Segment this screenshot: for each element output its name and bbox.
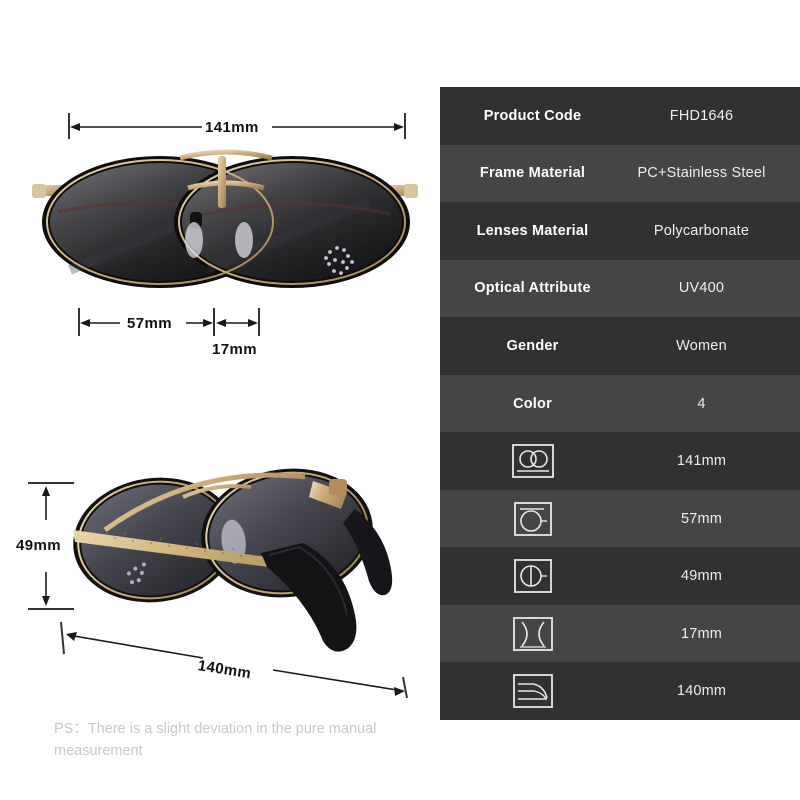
spec-value-frame-material: PC+Stainless Steel (637, 165, 766, 182)
bridge-width-arrow (216, 319, 258, 327)
table-row: Gender Women (440, 317, 800, 375)
lens-width-icon (440, 501, 625, 536)
spec-value-optical-attribute: UV400 (678, 280, 725, 297)
bridge-width-icon (440, 616, 625, 651)
table-row: Product Code FHD1646 (440, 87, 800, 145)
table-row: 17mm (440, 604, 800, 663)
temple-length-arrow (60, 621, 408, 699)
table-row: 49mm (440, 547, 800, 605)
spec-label-frame-material: Frame Material (479, 165, 586, 182)
product-spec-table: Product Code FHD1646 Frame Material PC+S… (440, 87, 800, 721)
spec-label-lenses-material: Lenses Material (476, 222, 589, 239)
table-row: Frame Material PC+Stainless Steel (440, 144, 800, 203)
spec-label-optical-attribute: Optical Attribute (474, 280, 591, 297)
sunglasses-front-view (30, 140, 420, 300)
product-photo-panel: 141mm 57mm 17mm 49mm 140mm PS：There is a… (0, 0, 440, 800)
product-spec-page: 141mm 57mm 17mm 49mm 140mm PS：There is a… (0, 0, 800, 800)
lens-height-icon (440, 559, 625, 594)
spec-label-product-code: Product Code (483, 107, 582, 124)
temple-length-icon (440, 674, 625, 709)
spec-value-frame-width: 141mm (676, 453, 727, 470)
frame-width-label: 141mm (205, 119, 259, 136)
table-row: 140mm (440, 662, 800, 721)
frame-width-icon (440, 444, 625, 478)
spec-label-gender: Gender (506, 337, 559, 354)
table-row: 141mm (440, 432, 800, 490)
spec-value-lenses-material: Polycarbonate (653, 222, 750, 239)
measurement-footnote: PS：There is a slight deviation in the pu… (54, 721, 377, 760)
spec-value-lens-height: 49mm (680, 568, 723, 585)
table-row: Optical Attribute UV400 (440, 259, 800, 318)
lens-width-label: 57mm (127, 315, 172, 332)
table-row: Lenses Material Polycarbonate (440, 202, 800, 260)
spec-value-lens-width: 57mm (680, 510, 723, 527)
spec-value-bridge-width: 17mm (680, 625, 723, 642)
spec-value-product-code: FHD1646 (669, 107, 734, 124)
spec-value-temple-length: 140mm (676, 683, 727, 700)
spec-value-color: 4 (697, 395, 706, 412)
table-row: 57mm (440, 489, 800, 548)
bridge-width-label: 17mm (212, 341, 257, 358)
spec-value-gender: Women (676, 337, 727, 354)
spec-label-color: Color (513, 395, 552, 412)
table-row: Color 4 (440, 374, 800, 433)
